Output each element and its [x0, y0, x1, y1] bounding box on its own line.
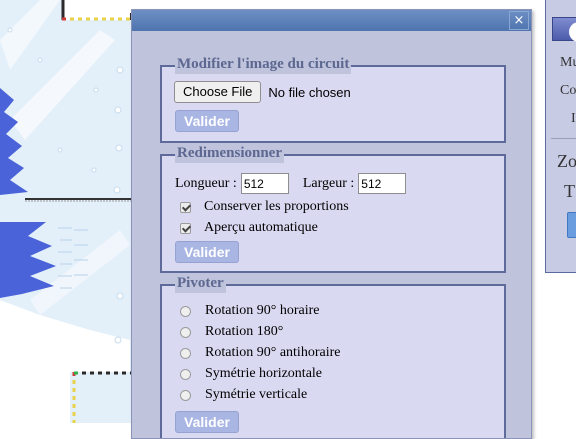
side-panel-t-label: T: [564, 181, 575, 201]
auto-preview-row[interactable]: Aperçu automatique: [180, 220, 318, 236]
flip-horizontal-radio[interactable]: [180, 368, 191, 380]
rotate-90-cw-radio[interactable]: [180, 305, 191, 317]
panel-thumbnail[interactable]: [552, 17, 576, 42]
side-panel-item-mu[interactable]: Mu: [560, 55, 576, 71]
rotate-option-flip-vertical[interactable]: Symétrie verticale: [180, 387, 307, 403]
length-input[interactable]: [240, 173, 289, 194]
dialog-title-bar[interactable]: ×: [132, 10, 531, 31]
rotate-group: Pivoter Rotation 90° horaire Rotation 18…: [160, 273, 506, 438]
side-panel-item-i[interactable]: I: [571, 111, 576, 127]
keep-ratio-checkbox[interactable]: [180, 201, 191, 213]
rotate-option-label: Symétrie verticale: [205, 387, 308, 402]
resize-group: Redimensionner Longueur : Largeur : Cons…: [160, 143, 506, 273]
file-status-text: No file chosen: [268, 84, 351, 100]
side-panel-zoom-label: Zo: [557, 151, 576, 171]
rotate-option-label: Rotation 180°: [205, 324, 284, 339]
width-label: Largeur :: [302, 175, 355, 191]
side-panel-divider: [551, 138, 576, 139]
length-label: Longueur :: [175, 175, 237, 191]
dimensions-row: Longueur : Largeur :: [175, 173, 407, 194]
choose-file-button[interactable]: Choose File: [174, 81, 262, 103]
resize-legend: Redimensionner: [175, 143, 284, 163]
side-panel-item-co[interactable]: Co: [560, 83, 576, 99]
rotate-180-radio[interactable]: [180, 326, 191, 338]
upload-image-legend: Modifier l'image du circuit: [175, 54, 352, 74]
rotate-option-180[interactable]: Rotation 180°: [180, 324, 283, 340]
rotate-option-label: Rotation 90° antihoraire: [205, 345, 341, 360]
rotate-option-label: Rotation 90° horaire: [205, 303, 320, 318]
rotate-option-flip-horizontal[interactable]: Symétrie horizontale: [180, 366, 322, 382]
side-panel: Mu Co I Zo T: [545, 0, 576, 273]
keep-ratio-row[interactable]: Conserver les proportions: [180, 199, 349, 215]
circle-icon: [569, 22, 576, 42]
rotate-legend: Pivoter: [175, 273, 226, 293]
rotate-option-label: Symétrie horizontale: [205, 366, 323, 381]
edit-circuit-dialog: × Modifier l'image du circuit Choose Fil…: [131, 9, 532, 439]
keep-ratio-label: Conserver les proportions: [204, 199, 349, 214]
upload-submit-button[interactable]: Valider: [175, 110, 239, 132]
side-panel-button[interactable]: [567, 212, 576, 238]
auto-preview-label: Aperçu automatique: [204, 220, 318, 235]
rotate-submit-button[interactable]: Valider: [175, 411, 239, 433]
width-input[interactable]: [358, 173, 407, 194]
rotate-option-90-ccw[interactable]: Rotation 90° antihoraire: [180, 345, 340, 361]
upload-image-group: Modifier l'image du circuit Choose File …: [160, 54, 506, 143]
flip-vertical-radio[interactable]: [180, 389, 191, 401]
resize-submit-button[interactable]: Valider: [175, 241, 239, 263]
auto-preview-checkbox[interactable]: [180, 222, 191, 234]
rotate-option-90-cw[interactable]: Rotation 90° horaire: [180, 303, 319, 319]
rotate-90-ccw-radio[interactable]: [180, 347, 191, 359]
file-picker: Choose File No file chosen: [174, 81, 351, 103]
close-button[interactable]: ×: [509, 11, 529, 30]
